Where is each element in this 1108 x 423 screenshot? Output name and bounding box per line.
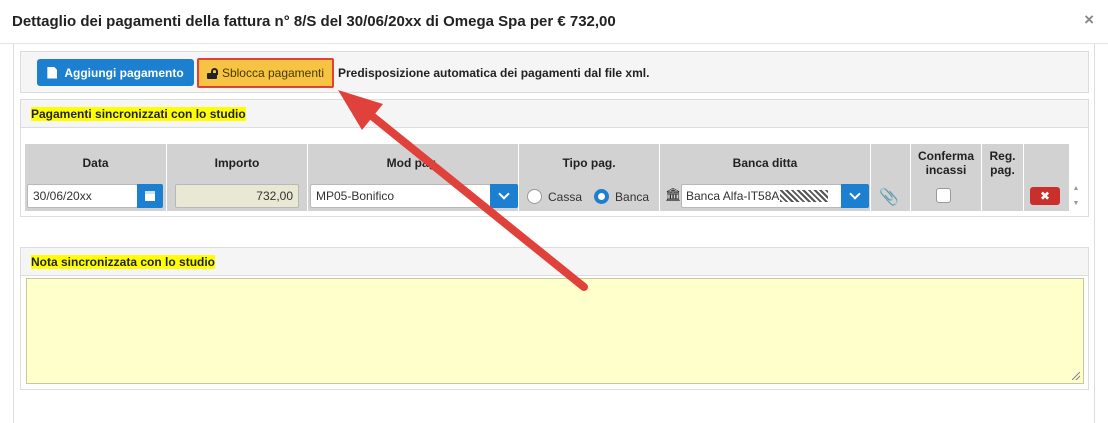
col-header-data: Data (25, 144, 167, 181)
calendar-icon (145, 191, 155, 201)
modal-header: Dettaglio dei pagamenti della fattura n°… (0, 0, 1108, 44)
mod-pag-select[interactable]: MP05-Bonifico (310, 184, 491, 208)
radio-banca[interactable] (594, 189, 610, 204)
date-picker-button[interactable] (137, 184, 163, 208)
col-header-mod-pag: Mod pag. (308, 144, 519, 181)
cell-amount: 732,00 (167, 181, 308, 211)
radio-cassa-label: Cassa (548, 189, 583, 204)
tipo-pag-radio-group: Cassa Banca (527, 189, 649, 204)
cell-mod-pag: MP05-Bonifico (308, 181, 519, 211)
toolbar-hint: Predisposizione automatica dei pagamenti… (338, 66, 650, 80)
scroll-down-icon[interactable]: ▼ (1073, 200, 1080, 207)
dialog-title: Dettaglio dei pagamenti della fattura n°… (12, 13, 616, 30)
radio-banca-label: Banca (615, 189, 650, 204)
masked-iban (780, 190, 829, 202)
close-icon: ✖ (1039, 189, 1051, 203)
scroll-up-icon[interactable]: ▲ (1073, 185, 1080, 192)
note-textarea[interactable] (26, 278, 1084, 384)
col-header-reg-line2: pag. (990, 162, 1015, 177)
note-heading: Nota sincronizzata con lo studio (31, 255, 216, 269)
col-header-conferma-line2: incassi (925, 162, 967, 177)
add-payment-label: Aggiungi pagamento (64, 65, 184, 80)
cell-actions: ✖ (1024, 181, 1069, 211)
table-row: 30/06/20xx 732,00 MP05-Bonifico Cassa Ba… (25, 181, 1069, 211)
unlock-payments-label: Sblocca pagamenti (221, 66, 325, 80)
col-header-importo: Importo (167, 144, 308, 181)
note-panel-heading: Nota sincronizzata con lo studio (21, 248, 1088, 276)
cell-attach: 📎 (871, 181, 911, 211)
close-icon[interactable]: × (1084, 10, 1094, 30)
bank-dropdown-button[interactable] (841, 184, 869, 208)
col-header-actions (1024, 144, 1069, 181)
cell-date: 30/06/20xx (25, 181, 167, 211)
cell-banca: 🏛 Banca Alfa-IT58A (660, 181, 871, 211)
radio-cassa[interactable] (527, 189, 542, 204)
col-header-reg-line1: Reg. (989, 148, 1016, 163)
delete-row-button[interactable]: ✖ (1030, 187, 1060, 205)
cell-conferma (911, 181, 982, 211)
col-header-attach (871, 144, 911, 181)
bank-select[interactable]: Banca Alfa-IT58A (681, 184, 842, 208)
paperclip-icon[interactable]: 📎 (879, 187, 899, 207)
col-header-banca: Banca ditta (660, 144, 871, 181)
amount-field[interactable]: 732,00 (175, 184, 299, 208)
col-header-conferma: Conferma incassi (911, 144, 982, 181)
payments-panel-heading: Pagamenti sincronizzati con lo studio (21, 100, 1088, 128)
date-field[interactable]: 30/06/20xx (27, 184, 138, 208)
chevron-down-icon (849, 188, 861, 200)
bank-value: Banca Alfa-IT58A (686, 189, 780, 203)
conferma-incassi-checkbox[interactable] (936, 188, 951, 203)
payments-panel: Pagamenti sincronizzati con lo studio Da… (20, 99, 1089, 217)
toolbar: Aggiungi pagamento Sblocca pagamenti Pre… (20, 51, 1089, 93)
add-payment-button[interactable]: Aggiungi pagamento (37, 59, 194, 86)
cell-reg-pag (982, 181, 1024, 211)
unlock-icon (206, 67, 218, 79)
col-header-reg-pag: Reg. pag. (982, 144, 1024, 181)
chevron-down-icon (498, 188, 510, 200)
col-header-conferma-line1: Conferma (917, 148, 974, 163)
mod-pag-dropdown-button[interactable] (490, 184, 518, 208)
unlock-payments-button[interactable]: Sblocca pagamenti (197, 58, 334, 88)
payments-heading: Pagamenti sincronizzati con lo studio (31, 107, 246, 121)
bank-icon: 🏛 (665, 187, 682, 202)
grid-scrollbar[interactable]: ▲ ▼ (1069, 181, 1083, 211)
col-header-tipo-pag: Tipo pag. (519, 144, 660, 181)
cell-tipo-pag: Cassa Banca (519, 181, 660, 211)
payments-grid-header: Data Importo Mod pag. Tipo pag. Banca di… (25, 144, 1069, 181)
note-panel: Nota sincronizzata con lo studio (20, 247, 1089, 390)
resize-grip[interactable] (1072, 372, 1080, 380)
document-icon (47, 66, 58, 79)
